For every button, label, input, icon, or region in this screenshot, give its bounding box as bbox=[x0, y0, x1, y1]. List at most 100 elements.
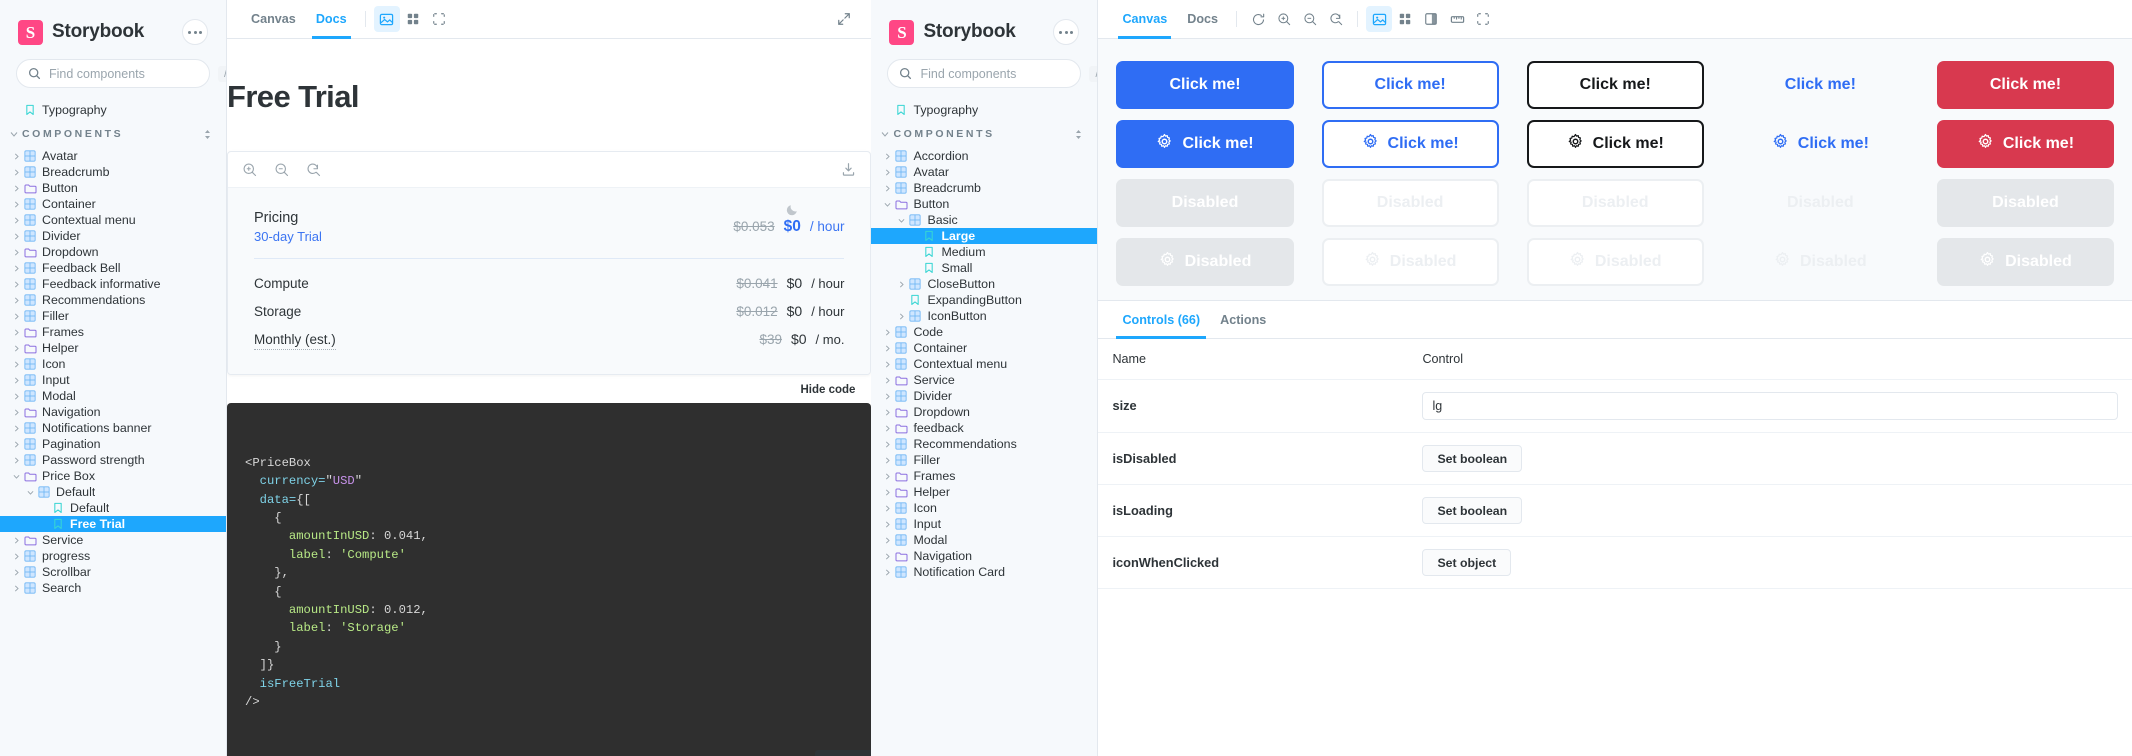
chevron-right-icon[interactable] bbox=[10, 201, 22, 208]
chevron-right-icon[interactable] bbox=[10, 569, 22, 576]
tree-item-helper[interactable]: Helper bbox=[0, 340, 226, 356]
chevron-right-icon[interactable] bbox=[10, 153, 22, 160]
chevron-right-icon[interactable] bbox=[10, 249, 22, 256]
zoom-reset-icon[interactable] bbox=[1323, 6, 1349, 32]
tree-item-icon[interactable]: Icon bbox=[0, 356, 226, 372]
tree-item-basic[interactable]: Basic bbox=[871, 212, 1097, 228]
tree-item-iconbutton[interactable]: IconButton bbox=[871, 308, 1097, 324]
chevron-right-icon[interactable] bbox=[881, 489, 893, 496]
story-button-dark[interactable]: Click me! bbox=[1527, 120, 1704, 168]
tree-item-frames[interactable]: Frames bbox=[0, 324, 226, 340]
grid-view-icon[interactable] bbox=[1392, 6, 1418, 32]
chevron-right-icon[interactable] bbox=[10, 217, 22, 224]
chevron-right-icon[interactable] bbox=[881, 153, 893, 160]
story-button-link[interactable]: Click me! bbox=[1732, 61, 1909, 109]
tree-item-modal[interactable]: Modal bbox=[871, 532, 1097, 548]
tree-item-service[interactable]: Service bbox=[871, 372, 1097, 388]
control-button-isLoading[interactable]: Set boolean bbox=[1422, 497, 1522, 524]
components-group-header[interactable]: COMPONENTS bbox=[0, 118, 226, 148]
chevron-right-icon[interactable] bbox=[881, 425, 893, 432]
tree-item-notification-card[interactable]: Notification Card bbox=[871, 564, 1097, 580]
tree-item-button[interactable]: Button bbox=[0, 180, 226, 196]
story-button-outline[interactable]: Click me! bbox=[1322, 61, 1499, 109]
tree-item-closebutton[interactable]: CloseButton bbox=[871, 276, 1097, 292]
chevron-right-icon[interactable] bbox=[10, 233, 22, 240]
chevron-right-icon[interactable] bbox=[881, 521, 893, 528]
tree-item-dropdown[interactable]: Dropdown bbox=[871, 404, 1097, 420]
tree-item-divider[interactable]: Divider bbox=[0, 228, 226, 244]
tree-item-medium[interactable]: Medium bbox=[871, 244, 1097, 260]
tree-item-contextual-menu[interactable]: Contextual menu bbox=[871, 356, 1097, 372]
tree-item-accordion[interactable]: Accordion bbox=[871, 148, 1097, 164]
tree-item-password-strength[interactable]: Password strength bbox=[0, 452, 226, 468]
chevron-right-icon[interactable] bbox=[10, 553, 22, 560]
chevron-right-icon[interactable] bbox=[10, 409, 22, 416]
chevron-right-icon[interactable] bbox=[10, 361, 22, 368]
chevron-down-icon[interactable] bbox=[24, 489, 36, 496]
tree-item-typography[interactable]: Typography bbox=[871, 102, 1097, 118]
tree-item-filler[interactable]: Filler bbox=[0, 308, 226, 324]
tree-item-modal[interactable]: Modal bbox=[0, 388, 226, 404]
chevron-down-icon[interactable] bbox=[895, 217, 907, 224]
tree-item-breadcrumb[interactable]: Breadcrumb bbox=[871, 180, 1097, 196]
chevron-right-icon[interactable] bbox=[10, 169, 22, 176]
tree-item-container[interactable]: Container bbox=[0, 196, 226, 212]
chevron-right-icon[interactable] bbox=[881, 553, 893, 560]
chevron-right-icon[interactable] bbox=[881, 377, 893, 384]
zoom-in-icon[interactable] bbox=[1271, 6, 1297, 32]
tree-item-avatar[interactable]: Avatar bbox=[0, 148, 226, 164]
story-button-dark[interactable]: Click me! bbox=[1527, 61, 1704, 109]
chevron-right-icon[interactable] bbox=[881, 185, 893, 192]
tree-item-contextual-menu[interactable]: Contextual menu bbox=[0, 212, 226, 228]
control-button-iconWhenClicked[interactable]: Set object bbox=[1422, 549, 1511, 576]
tree-item-navigation[interactable]: Navigation bbox=[871, 548, 1097, 564]
tree-item-service[interactable]: Service bbox=[0, 532, 226, 548]
more-options-button[interactable] bbox=[1053, 19, 1079, 45]
tree-item-small[interactable]: Small bbox=[871, 260, 1097, 276]
outline-icon[interactable] bbox=[1470, 6, 1496, 32]
components-group-header[interactable]: COMPONENTS bbox=[871, 118, 1097, 148]
tree-item-frames[interactable]: Frames bbox=[871, 468, 1097, 484]
story-button-primary[interactable]: Click me! bbox=[1116, 120, 1293, 168]
chevron-right-icon[interactable] bbox=[10, 377, 22, 384]
tree-item-pagination[interactable]: Pagination bbox=[0, 436, 226, 452]
tab-docs[interactable]: Docs bbox=[306, 0, 357, 39]
tree-item-input[interactable]: Input bbox=[871, 516, 1097, 532]
hide-code-button[interactable]: Hide code bbox=[794, 381, 861, 399]
story-button-primary[interactable]: Click me! bbox=[1116, 61, 1293, 109]
tree-item-expandingbutton[interactable]: ExpandingButton bbox=[871, 292, 1097, 308]
control-button-isDisabled[interactable]: Set boolean bbox=[1422, 445, 1522, 472]
chevron-right-icon[interactable] bbox=[10, 297, 22, 304]
tab-canvas[interactable]: Canvas bbox=[241, 0, 306, 39]
tree-item-large[interactable]: Large bbox=[871, 228, 1097, 244]
tree-item-navigation[interactable]: Navigation bbox=[0, 404, 226, 420]
tree-item-dropdown[interactable]: Dropdown bbox=[0, 244, 226, 260]
chevron-right-icon[interactable] bbox=[10, 537, 22, 544]
storybook-brand[interactable]: S Storybook bbox=[18, 20, 144, 45]
tree-item-filler[interactable]: Filler bbox=[871, 452, 1097, 468]
chevron-right-icon[interactable] bbox=[895, 313, 907, 320]
tree-item-feedback-informative[interactable]: Feedback informative bbox=[0, 276, 226, 292]
copy-button[interactable]: Copy bbox=[815, 750, 872, 756]
tree-item-default[interactable]: Default bbox=[0, 484, 226, 500]
chevron-right-icon[interactable] bbox=[10, 585, 22, 592]
story-button-danger[interactable]: Click me! bbox=[1937, 120, 2114, 168]
story-button-outline[interactable]: Click me! bbox=[1322, 120, 1499, 168]
tree-item-feedback[interactable]: feedback bbox=[871, 420, 1097, 436]
search-box[interactable]: / bbox=[16, 59, 210, 88]
tree-item-default[interactable]: Default bbox=[0, 500, 226, 516]
chevron-down-icon[interactable] bbox=[881, 201, 893, 208]
more-options-button[interactable] bbox=[182, 19, 208, 45]
grid-view-icon[interactable] bbox=[400, 6, 426, 32]
chevron-right-icon[interactable] bbox=[881, 361, 893, 368]
expand-collapse-icon[interactable] bbox=[1074, 129, 1083, 140]
chevron-right-icon[interactable] bbox=[881, 345, 893, 352]
fullscreen-icon[interactable] bbox=[831, 6, 857, 32]
tree-item-free-trial[interactable]: Free Trial bbox=[0, 516, 226, 532]
tree-item-search[interactable]: Search bbox=[0, 580, 226, 596]
storybook-brand-right[interactable]: S Storybook bbox=[889, 20, 1015, 45]
download-icon[interactable] bbox=[841, 162, 856, 177]
tree-item-breadcrumb[interactable]: Breadcrumb bbox=[0, 164, 226, 180]
chevron-right-icon[interactable] bbox=[10, 313, 22, 320]
tree-item-price-box[interactable]: Price Box bbox=[0, 468, 226, 484]
